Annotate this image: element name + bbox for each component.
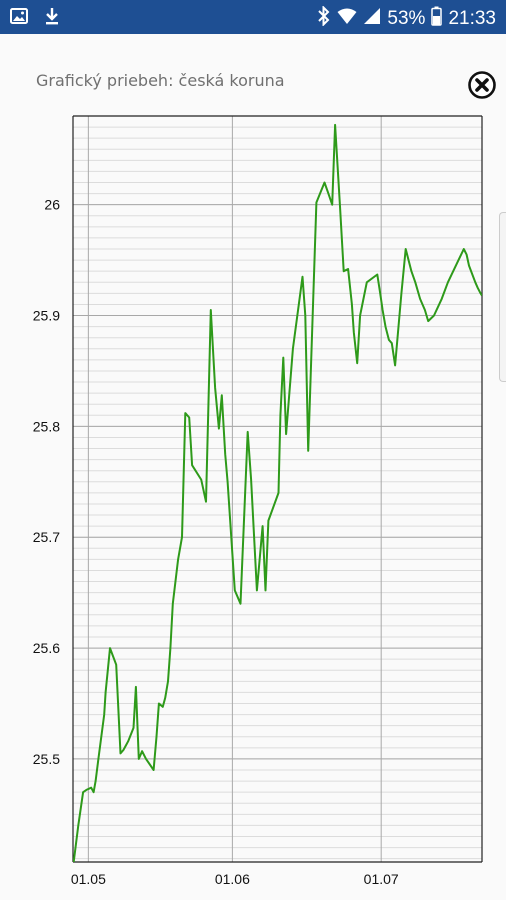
x-tick-label: 01.05 [71,871,106,887]
dialog-title: Grafický priebeh: česká koruna [36,71,285,90]
x-tick-label: 01.06 [215,871,250,887]
y-tick-label: 25.7 [33,529,60,545]
close-circle-icon [468,71,496,99]
y-tick-label: 26 [44,197,60,213]
download-icon [44,7,60,29]
y-tick-label: 25.8 [33,418,60,434]
currency-chart: 25.5 25.6 25.7 25.8 25.9 26 01.05 01.06 01.07 [33,115,483,887]
clock: 21:33 [448,8,496,29]
y-tick-label: 25.6 [33,640,60,656]
series-line [73,123,482,862]
wifi-icon [337,7,357,31]
battery-text: 53% [387,8,426,29]
signal-icon [363,7,381,31]
scroll-handle[interactable] [499,212,506,382]
bluetooth-icon [317,5,331,32]
x-tick-label: 01.07 [364,871,399,887]
y-tick-label: 25.9 [33,308,60,324]
image-icon [10,7,28,29]
battery-icon [431,6,443,32]
y-tick-label: 25.5 [33,751,60,767]
close-button[interactable] [467,70,497,100]
status-bar: 53% 21:33 [0,0,506,34]
